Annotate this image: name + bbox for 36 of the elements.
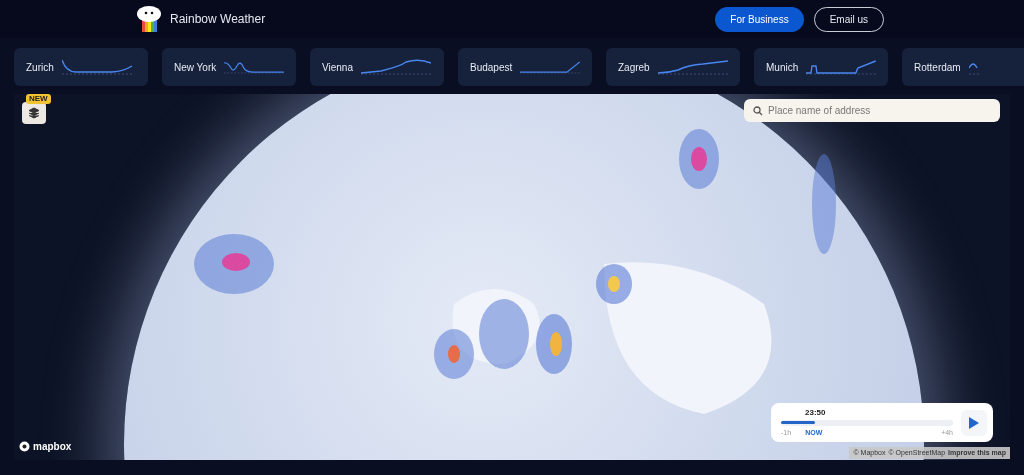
search-field[interactable]: Place name of address	[744, 99, 1000, 122]
radar-blob	[479, 299, 529, 369]
city-name: Munich	[766, 60, 799, 75]
radar-blob	[596, 264, 632, 304]
mapbox-logo-text: mapbox	[33, 441, 72, 452]
timeline-time: 23:50	[805, 408, 827, 418]
city-name: Zurich	[26, 60, 54, 75]
business-button[interactable]: For Business	[715, 6, 804, 32]
city-card[interactable]: Vienna	[310, 48, 444, 86]
rainbow-cloud-logo	[136, 4, 162, 34]
radar-blob	[536, 314, 572, 374]
city-name: New York	[174, 60, 217, 75]
city-card[interactable]: Zagreb	[606, 48, 740, 86]
city-card[interactable]: Rotterdam	[902, 48, 1024, 86]
new-badge: NEW	[26, 94, 51, 104]
play-icon	[969, 416, 979, 429]
city-name: Vienna	[322, 60, 353, 75]
city-name: Budapest	[470, 60, 513, 75]
brand-name: Rainbow Weather	[170, 11, 266, 28]
city-card[interactable]: New York	[162, 48, 296, 86]
radar-blob	[679, 129, 719, 189]
sparkline-drawing	[61, 58, 132, 76]
city-card[interactable]: Zurich	[14, 48, 148, 86]
sparkline-drawing	[657, 58, 728, 76]
city-card[interactable]: Budapest	[458, 48, 592, 86]
mapbox-logo-icon	[19, 441, 30, 452]
play-button[interactable]	[961, 409, 987, 436]
layers-icon[interactable]	[28, 107, 40, 119]
sparkline-drawing	[806, 58, 876, 76]
city-card[interactable]: Munich	[754, 48, 888, 86]
search-icon	[753, 106, 763, 116]
city-name: Zagreb	[618, 60, 650, 75]
sparkline-drawing	[360, 58, 431, 76]
city-name: Rotterdam	[914, 60, 961, 75]
timeline-slider[interactable]	[781, 420, 953, 426]
radar-blob	[434, 329, 474, 379]
